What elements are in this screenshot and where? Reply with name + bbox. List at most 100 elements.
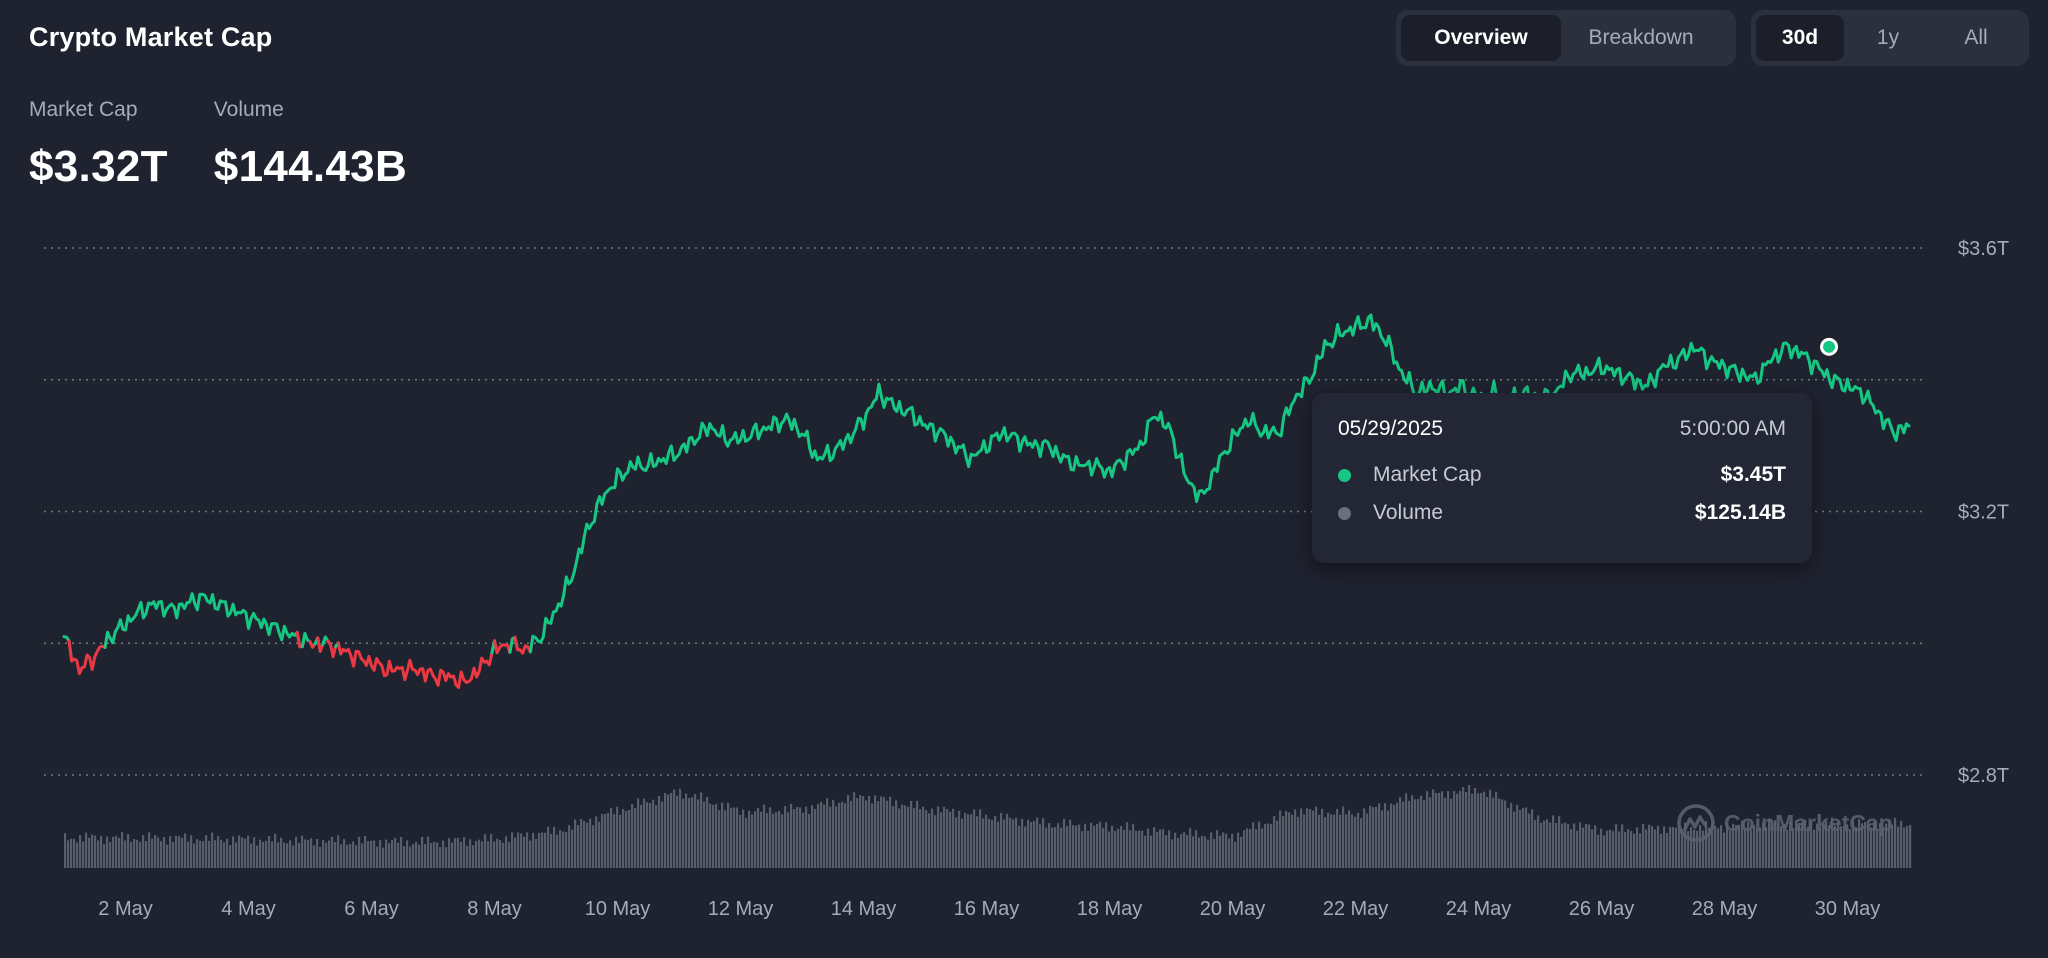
- volume-bar: [223, 842, 226, 868]
- volume-bar: [250, 843, 253, 868]
- volume-bar: [1321, 808, 1324, 868]
- y-tick-label: $2.8T: [1958, 765, 2009, 787]
- x-tick-label: 6 May: [344, 898, 398, 920]
- volume-bar: [904, 805, 907, 868]
- volume-bar: [511, 832, 514, 868]
- volume-bar: [1525, 807, 1528, 868]
- volume-bar: [1054, 827, 1057, 868]
- volume-bar: [958, 810, 961, 868]
- volume-bar: [856, 798, 859, 868]
- volume-bar: [577, 824, 580, 868]
- x-axis-ticks: 2 May 4 May 6 May 8 May 10 May 12 May 14 May 16…: [98, 898, 1880, 920]
- x-tick-label: 26 May: [1569, 898, 1635, 920]
- volume-bar: [910, 800, 913, 868]
- volume-bar: [586, 822, 589, 868]
- volume-bar: [1894, 817, 1897, 868]
- volume-bar: [1294, 809, 1297, 868]
- volume-bar: [520, 833, 523, 868]
- volume-bar: [541, 832, 544, 868]
- volume-bar: [1060, 827, 1063, 868]
- volume-bar: [1486, 796, 1489, 868]
- volume-bar: [1408, 800, 1411, 868]
- volume-bar: [1015, 817, 1018, 868]
- volume-bar: [568, 825, 571, 868]
- volume-bar: [985, 814, 988, 868]
- volume-bar: [376, 846, 379, 868]
- volume-bar: [1165, 835, 1168, 868]
- volume-bar: [1234, 841, 1237, 868]
- volume-bar: [1456, 793, 1459, 868]
- volume-bar: [613, 814, 616, 868]
- volume-bar: [106, 836, 109, 868]
- volume-bar: [1435, 793, 1438, 868]
- volume-bar: [346, 844, 349, 868]
- volume-bar: [1615, 824, 1618, 868]
- volume-bar: [544, 832, 547, 868]
- volume-bar: [691, 797, 694, 868]
- volume-bar: [979, 809, 982, 868]
- volume-bar: [1312, 810, 1315, 868]
- volume-bar: [850, 800, 853, 868]
- volume-bar: [703, 801, 706, 868]
- volume-bar: [364, 836, 367, 868]
- x-tick-label: 28 May: [1692, 898, 1758, 920]
- volume-bar: [1171, 839, 1174, 868]
- volume-bar: [988, 818, 991, 868]
- volume-bar: [1087, 830, 1090, 868]
- volume-bar: [1636, 827, 1639, 868]
- volume-bar: [460, 841, 463, 868]
- coinmarketcap-logo-icon: [1677, 804, 1715, 842]
- volume-bar: [1342, 806, 1345, 868]
- volume-bar: [592, 825, 595, 868]
- volume-bar: [328, 840, 331, 868]
- volume-bar: [79, 835, 82, 868]
- volume-bar: [667, 794, 670, 868]
- volume-bar: [706, 796, 709, 868]
- volume-bar: [1069, 819, 1072, 868]
- volume-bar: [1903, 827, 1906, 868]
- volume-bar: [1105, 822, 1108, 868]
- volume-bar: [1318, 814, 1321, 868]
- volume-bar: [730, 807, 733, 868]
- volume-bar: [934, 815, 937, 868]
- volume-bar: [208, 840, 211, 868]
- volume-bar: [967, 814, 970, 868]
- volume-bar: [1333, 814, 1336, 868]
- volume-bar: [406, 840, 409, 868]
- volume-bar: [646, 802, 649, 868]
- volume-bar: [289, 840, 292, 868]
- chart-tooltip: 05/29/2025 5:00:00 AM Market Cap $3.45T …: [1312, 393, 1812, 563]
- volume-bar: [832, 799, 835, 868]
- volume-bar: [277, 842, 280, 868]
- volume-bar: [601, 813, 604, 868]
- volume-bar: [769, 807, 772, 868]
- volume-bar: [1303, 814, 1306, 868]
- volume-bar: [271, 841, 274, 868]
- volume-bar: [1036, 817, 1039, 868]
- y-tick-label: $3.2T: [1958, 502, 2009, 524]
- volume-bar: [169, 836, 172, 868]
- volume-bar: [1669, 826, 1672, 868]
- volume-bar: [736, 807, 739, 868]
- volume-bar: [1228, 838, 1231, 868]
- volume-bar: [658, 796, 661, 868]
- volume-bar: [1018, 825, 1021, 868]
- volume-bar: [400, 837, 403, 868]
- volume-bar: [583, 821, 586, 868]
- volume-bar: [766, 813, 769, 868]
- volume-bar: [367, 841, 370, 868]
- volume-bar: [880, 796, 883, 868]
- volume-bar: [1627, 829, 1630, 868]
- volume-bar: [1672, 826, 1675, 868]
- volume-bar: [1444, 797, 1447, 868]
- volume-bar: [88, 837, 91, 868]
- volume-bar: [1423, 800, 1426, 868]
- volume-bar: [1147, 828, 1150, 868]
- volume-bar: [1243, 830, 1246, 868]
- volume-bar: [1324, 817, 1327, 868]
- volume-bar: [307, 839, 310, 868]
- volume-bar: [1039, 824, 1042, 868]
- volume-bar: [91, 834, 94, 868]
- volume-bar: [154, 835, 157, 868]
- volume-bar: [700, 792, 703, 868]
